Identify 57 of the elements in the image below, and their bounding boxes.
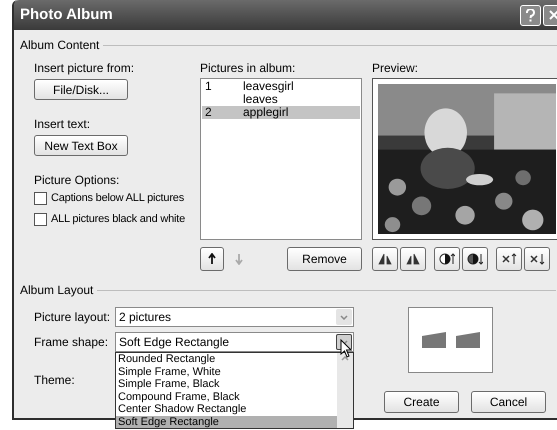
list-item[interactable]: 2 applegirl xyxy=(202,106,360,119)
tool-button[interactable] xyxy=(524,247,550,271)
chevron-icon xyxy=(340,314,348,320)
dropdown-option[interactable]: Rounded Rectangle xyxy=(116,353,337,366)
list-item[interactable]: leaves xyxy=(202,93,360,106)
item-number: 2 xyxy=(205,106,213,119)
dropdown-option[interactable]: Compound Frame, Black xyxy=(116,390,337,403)
group-label: Album Content xyxy=(20,37,100,54)
item-number: 1 xyxy=(205,80,213,93)
scroll-up-icon xyxy=(341,356,349,361)
checkbox-label: ALL pictures black and white xyxy=(51,212,186,228)
list-item[interactable]: 1 leavesgirl xyxy=(202,80,360,93)
tool-button[interactable] xyxy=(400,247,426,271)
contrast-down-icon xyxy=(467,252,483,266)
dropdown-field[interactable]: 2 pictures xyxy=(115,307,354,327)
field-label: Frame shape: xyxy=(34,334,110,351)
tool-button[interactable] xyxy=(434,247,460,271)
checkbox[interactable] xyxy=(34,192,47,205)
scrollbar[interactable] xyxy=(337,353,353,428)
file-disk-button[interactable]: File/Disk... xyxy=(34,79,128,100)
dropdown-field[interactable]: Soft Edge Rectangle xyxy=(115,332,354,352)
two-pictures-icon xyxy=(420,330,482,350)
item-name: leaves xyxy=(243,93,278,106)
group-label: Album Layout xyxy=(20,282,94,299)
item-name: applegirl xyxy=(243,106,288,119)
help-button[interactable] xyxy=(520,4,541,26)
pictures-list[interactable]: 1 leavesgirl leaves 2 applegirl xyxy=(200,78,362,240)
tool-button[interactable] xyxy=(372,247,398,271)
tool-button[interactable] xyxy=(462,247,488,271)
checkbox[interactable] xyxy=(34,213,47,226)
field-label: Pictures in album: xyxy=(200,60,296,76)
tool-button[interactable] xyxy=(496,247,522,271)
remove-button[interactable]: Remove xyxy=(287,247,362,271)
help-icon xyxy=(526,8,535,22)
close-icon xyxy=(548,10,557,20)
move-up-button[interactable] xyxy=(200,247,224,271)
field-label: Theme: xyxy=(34,372,75,389)
dropdown-option[interactable]: Simple Frame, White xyxy=(116,366,337,378)
contrast-up-icon xyxy=(439,252,455,266)
checkbox-label: Captions below ALL pictures xyxy=(51,191,184,206)
dropdown-option[interactable]: Center Shadow Rectangle xyxy=(116,403,337,416)
field-label: Insert text: xyxy=(34,116,90,132)
dropdown-option[interactable]: Soft Edge Rectangle xyxy=(116,416,337,428)
dropdown-value: Soft Edge Rectangle xyxy=(119,334,230,351)
create-button[interactable]: Create xyxy=(384,391,459,413)
dropdown-option[interactable]: Simple Frame, Black xyxy=(116,378,337,390)
new-text-box-button[interactable]: New Text Box xyxy=(34,135,128,156)
field-label: Insert picture from: xyxy=(34,60,134,76)
cancel-button[interactable]: Cancel xyxy=(471,391,546,413)
down-arrow-icon xyxy=(235,253,243,265)
dropdown-value: 2 pictures xyxy=(119,309,172,326)
field-label: Picture Options: xyxy=(34,172,120,188)
item-name: leavesgirl xyxy=(243,80,294,93)
up-arrow-icon xyxy=(208,253,216,265)
field-label: Picture layout: xyxy=(34,309,112,326)
field-label: Preview: xyxy=(372,60,420,76)
window-title: Photo Album xyxy=(20,4,114,25)
